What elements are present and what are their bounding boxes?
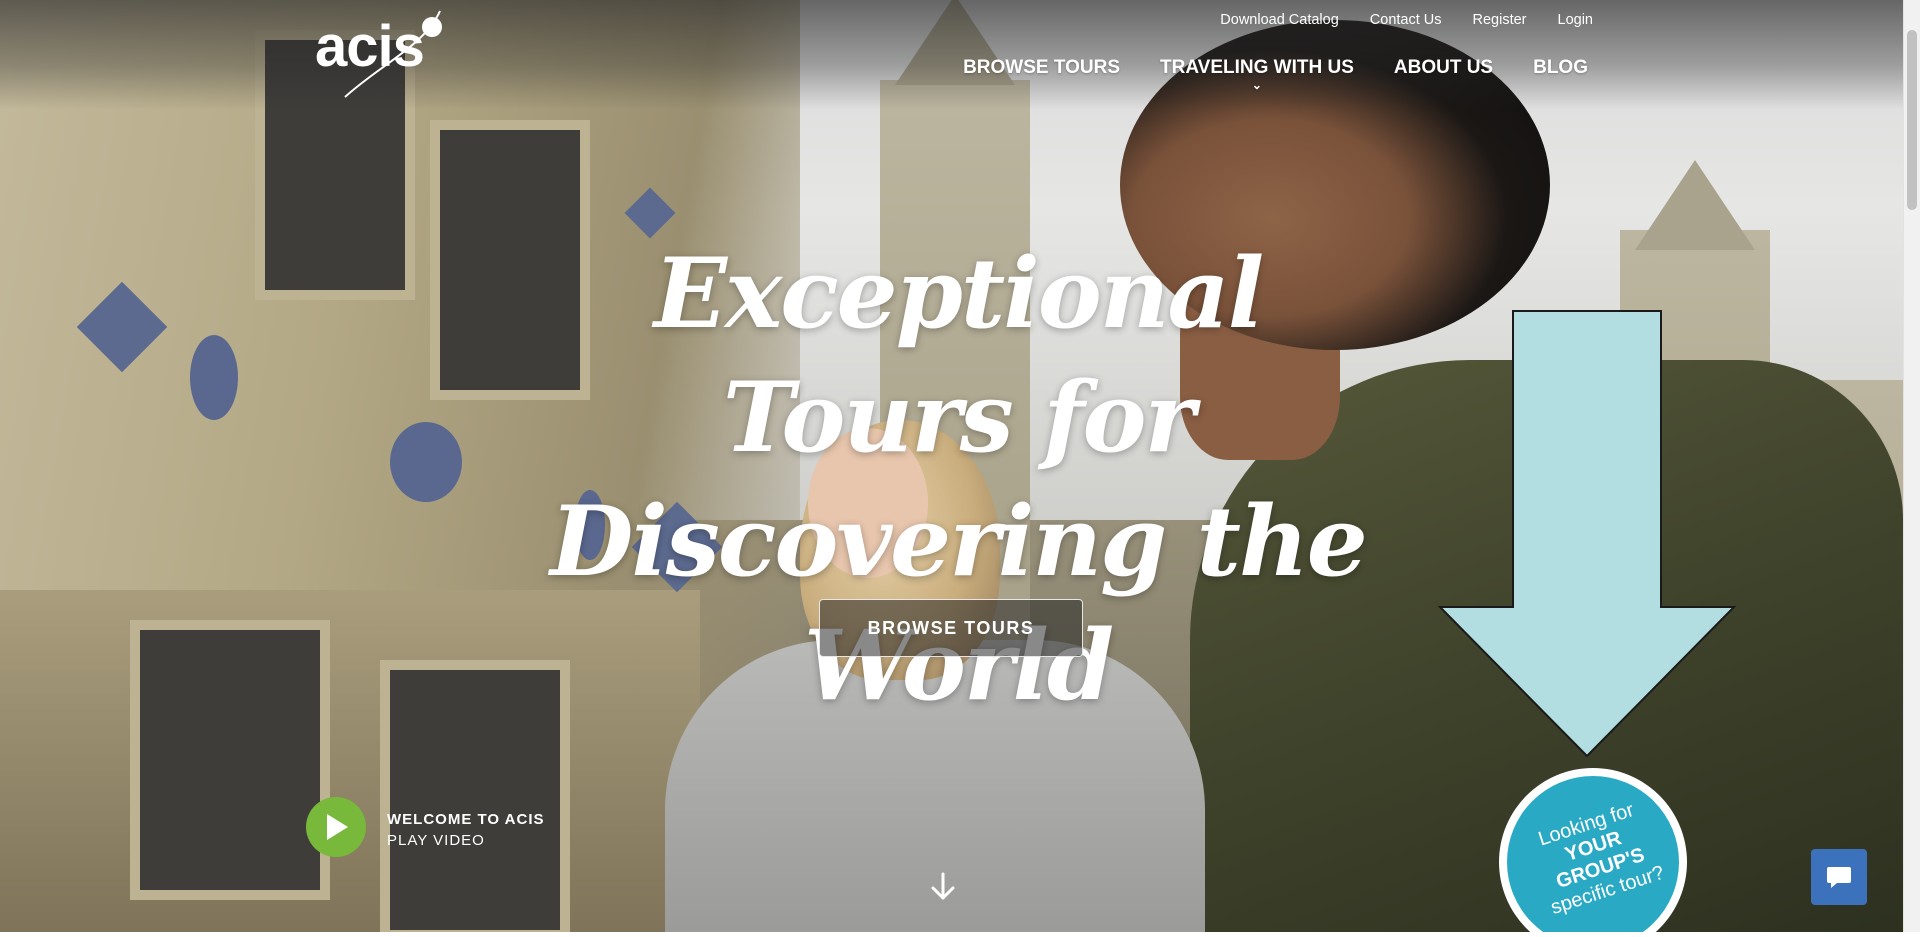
register-link[interactable]: Register [1473,12,1527,28]
nav-traveling-with-us[interactable]: TRAVELING WITH US ⌄ [1160,57,1354,91]
chat-button[interactable] [1811,849,1867,905]
nav-about-us[interactable]: ABOUT US [1394,57,1493,79]
scrollbar-thumb[interactable] [1907,30,1917,210]
nav-browse-tours-label: BROWSE TOURS [963,57,1121,78]
main-nav: BROWSE TOURS TRAVELING WITH US ⌄ ABOUT U… [963,57,1588,91]
hero-headline-line1: Exceptional Tours for [653,237,1264,474]
page-viewport: acis Download Catalog Contact Us Registe… [0,0,1903,932]
arrow-down-icon[interactable] [928,870,958,904]
download-catalog-link[interactable]: Download Catalog [1220,12,1339,28]
nav-blog[interactable]: BLOG [1533,57,1588,79]
nav-traveling-with-us-label: TRAVELING WITH US [1160,57,1354,78]
utility-nav: Download Catalog Contact Us Register Log… [1220,12,1593,28]
annotation-down-arrow [1437,310,1736,758]
page-scrollbar[interactable] [1903,0,1920,932]
acis-logo[interactable]: acis [315,18,425,76]
bottom-edge [0,932,1920,937]
nav-about-us-label: ABOUT US [1393,57,1494,78]
chat-bubble-icon [1827,867,1851,888]
nav-blog-label: BLOG [1533,57,1588,78]
play-video-button[interactable] [306,797,366,857]
welcome-video-subtitle: PLAY VIDEO [387,832,485,849]
welcome-video-text[interactable]: WELCOME TO ACIS PLAY VIDEO [387,809,545,851]
welcome-video-title: WELCOME TO ACIS [387,811,545,828]
login-link[interactable]: Login [1558,12,1593,28]
contact-us-link[interactable]: Contact Us [1370,12,1442,28]
play-icon [327,814,348,840]
browse-tours-button[interactable]: BROWSE TOURS [819,599,1083,657]
chevron-down-icon: ⌄ [1251,78,1262,92]
nav-browse-tours[interactable]: BROWSE TOURS [963,57,1120,79]
